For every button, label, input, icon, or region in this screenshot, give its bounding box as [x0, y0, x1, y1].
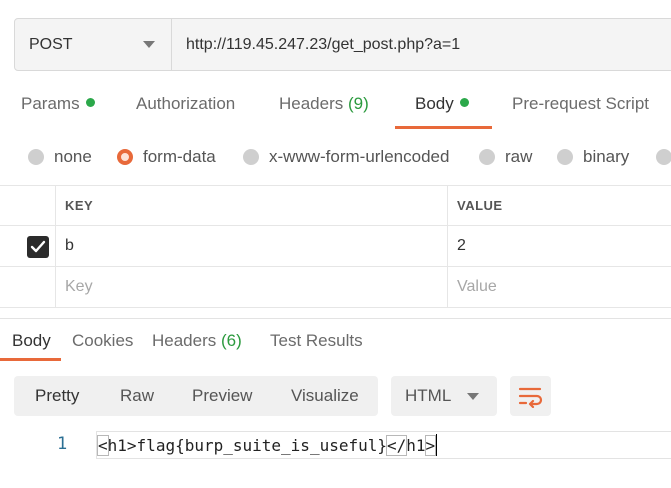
- radio-icon: [656, 149, 671, 165]
- tab-headers[interactable]: Headers (9): [279, 94, 369, 130]
- tab-label: Test Results: [270, 331, 363, 350]
- open-tag-end: >: [126, 435, 137, 455]
- radio-binary[interactable]: binary: [557, 144, 629, 170]
- caret-down-icon: [143, 41, 155, 48]
- table-header-row: KEY VALUE: [0, 185, 671, 226]
- response-tab-test-results[interactable]: Test Results: [270, 331, 363, 351]
- response-tab-body[interactable]: Body: [12, 331, 51, 351]
- language-select[interactable]: HTML: [391, 376, 497, 416]
- row-enabled-checkbox[interactable]: [27, 236, 49, 258]
- response-tab-cookies[interactable]: Cookies: [72, 331, 133, 351]
- tab-authorization[interactable]: Authorization: [136, 94, 235, 130]
- tab-label: Cookies: [72, 331, 134, 350]
- radio-icon: [28, 149, 44, 165]
- close-tag-name: h1: [406, 435, 426, 455]
- open-tag-name: h1: [107, 435, 127, 455]
- radio-label: x-www-form-urlencoded: [269, 147, 450, 166]
- response-code-editor[interactable]: 1 < h1 > flag{burp_suite_is_useful} </h1 >: [0, 430, 671, 460]
- view-raw-button[interactable]: Raw: [120, 376, 154, 416]
- url-text: http://119.45.247.23/get_post.php?a=1: [186, 35, 461, 53]
- request-bar: POST http://119.45.247.23/get_post.php?a…: [14, 18, 671, 71]
- new-value-input[interactable]: Value: [448, 267, 671, 307]
- text-cursor: [436, 434, 438, 456]
- method-label: POST: [29, 35, 73, 53]
- view-mode-group: Pretty Raw Preview Visualize: [14, 376, 378, 416]
- language-label: HTML: [405, 386, 452, 405]
- active-tab-indicator: [395, 126, 492, 129]
- close-tag-open: </: [385, 434, 408, 456]
- radio-label: form-data: [143, 147, 216, 166]
- response-tab-headers[interactable]: Headers (6): [152, 331, 242, 351]
- tab-count: (9): [348, 94, 369, 113]
- radio-checked-icon: [117, 149, 133, 165]
- radio-raw[interactable]: raw: [479, 144, 532, 170]
- tab-label: Pre-request Script: [512, 94, 649, 113]
- status-dot-icon: [459, 98, 469, 107]
- tab-params[interactable]: Params: [21, 94, 95, 130]
- caret-down-icon: [467, 393, 479, 400]
- line-number: 1: [57, 434, 68, 454]
- radio-form-data[interactable]: form-data: [117, 144, 216, 170]
- tab-label: Body: [415, 94, 454, 113]
- row-check-cell: [0, 226, 56, 266]
- radio-more[interactable]: [656, 144, 671, 170]
- radio-x-www-form-urlencoded[interactable]: x-www-form-urlencoded: [243, 144, 449, 170]
- empty-check-cell: [0, 267, 56, 307]
- tab-count: (6): [221, 331, 242, 350]
- column-header-value: VALUE: [457, 198, 503, 213]
- status-dot-icon: [85, 98, 95, 107]
- view-visualize-button[interactable]: Visualize: [291, 376, 359, 416]
- radio-none[interactable]: none: [28, 144, 92, 170]
- tab-body[interactable]: Body: [415, 94, 469, 130]
- body-type-options: none form-data x-www-form-urlencoded raw…: [0, 144, 671, 170]
- tab-label: Params: [21, 94, 80, 113]
- view-preview-button[interactable]: Preview: [192, 376, 252, 416]
- url-input[interactable]: http://119.45.247.23/get_post.php?a=1: [172, 19, 671, 70]
- header-check-cell: [0, 186, 56, 225]
- table-row-empty: Key Value: [0, 267, 671, 308]
- open-tag-bracket: <: [97, 434, 109, 456]
- tab-label: Headers: [279, 94, 344, 113]
- response-tabs: Body Cookies Headers (6) Test Results: [0, 331, 671, 361]
- section-divider: [0, 318, 671, 319]
- tab-label: Authorization: [136, 94, 236, 113]
- tab-pre-request-script[interactable]: Pre-request Script: [512, 94, 649, 130]
- code-line[interactable]: < h1 > flag{burp_suite_is_useful} </h1 >: [96, 431, 671, 459]
- tab-label: Body: [12, 331, 51, 350]
- wrap-lines-icon: [518, 387, 543, 408]
- close-tag-end: >: [424, 434, 437, 456]
- radio-icon: [479, 149, 495, 165]
- check-icon: [30, 240, 46, 253]
- radio-label: none: [54, 147, 92, 166]
- response-active-tab-indicator: [0, 358, 61, 361]
- radio-icon: [557, 149, 573, 165]
- radio-icon: [243, 149, 259, 165]
- column-header-key: KEY: [56, 186, 448, 225]
- view-pretty-button[interactable]: Pretty: [35, 376, 79, 416]
- wrap-lines-button[interactable]: [510, 376, 551, 416]
- request-tabs: Params Authorization Headers (9) Body Pr…: [0, 94, 671, 130]
- tab-label: Headers: [152, 331, 217, 350]
- response-content: flag{burp_suite_is_useful}: [136, 435, 387, 455]
- key-field[interactable]: b: [56, 226, 448, 266]
- new-key-input[interactable]: Key: [56, 267, 448, 307]
- radio-label: binary: [583, 147, 630, 166]
- table-row: b 2: [0, 226, 671, 267]
- value-field[interactable]: 2: [448, 226, 671, 266]
- method-select[interactable]: POST: [15, 19, 172, 70]
- radio-label: raw: [505, 147, 533, 166]
- form-data-table: KEY VALUE b 2 Key Value: [0, 185, 671, 308]
